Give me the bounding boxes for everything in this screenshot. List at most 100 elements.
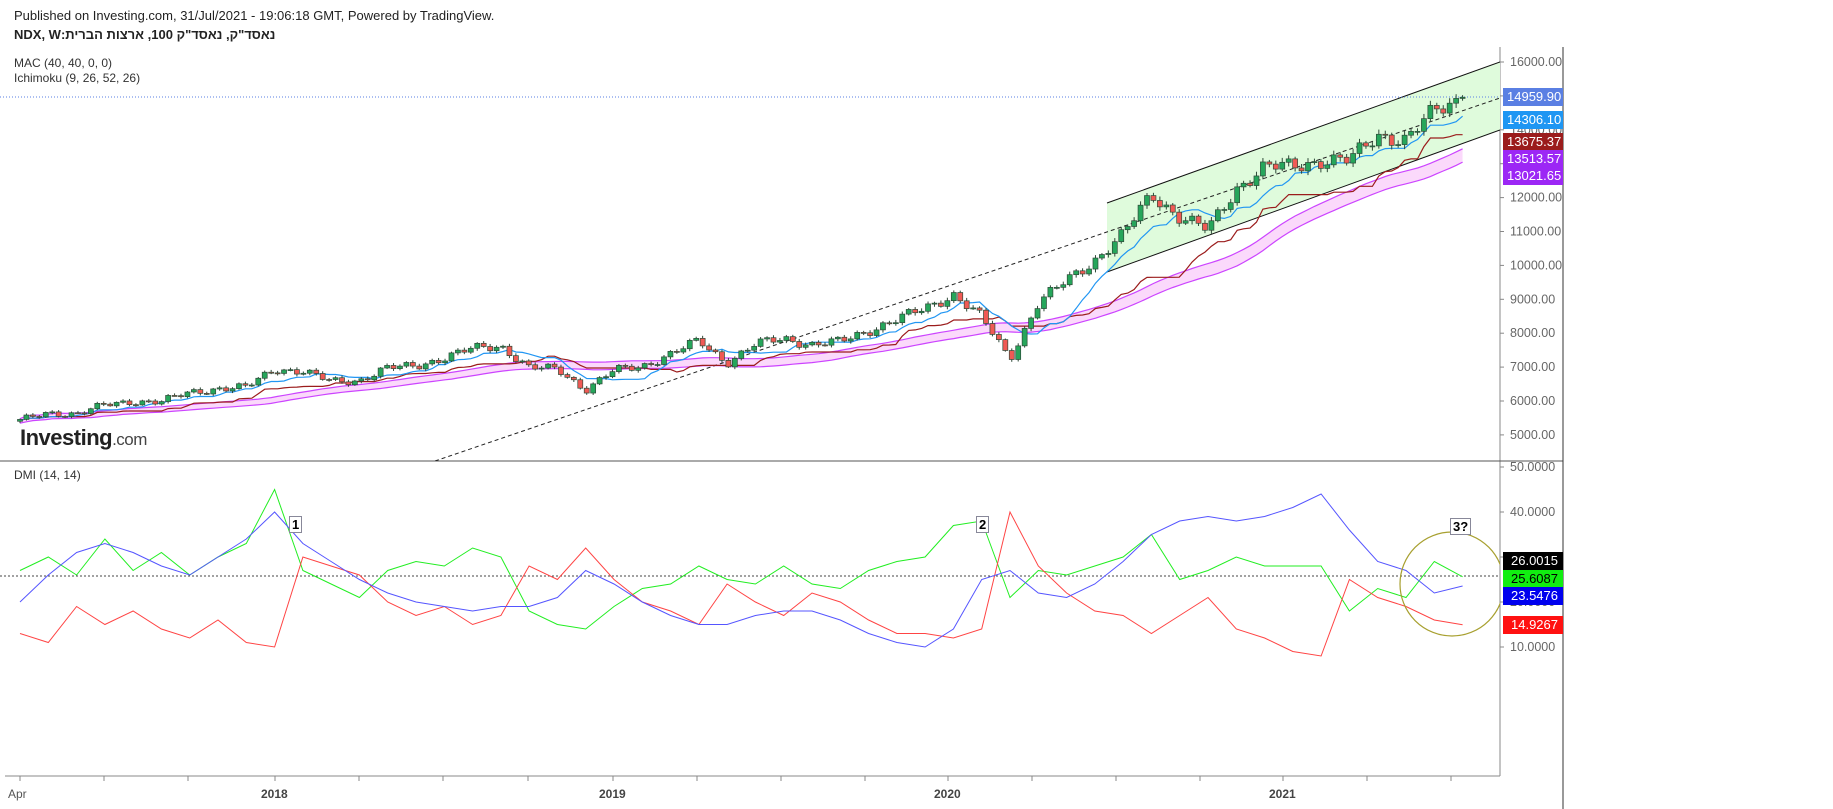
candle <box>94 401 101 411</box>
price-pane[interactable] <box>0 61 1500 461</box>
candle <box>294 367 300 377</box>
candle <box>693 336 700 342</box>
candle <box>55 410 62 418</box>
candle <box>242 381 249 388</box>
candle <box>255 376 262 387</box>
candle <box>1060 281 1067 291</box>
candle <box>867 330 873 338</box>
candle <box>712 348 719 354</box>
candle <box>957 290 964 304</box>
time-tick-label: Apr <box>8 787 27 801</box>
candle <box>100 401 107 407</box>
candle <box>152 399 159 406</box>
chart-root: Published on Investing.com, 31/Jul/2021 … <box>0 0 1833 809</box>
candle <box>976 306 983 314</box>
candle <box>680 346 687 354</box>
candle <box>371 374 378 382</box>
candle <box>1066 271 1073 287</box>
candle <box>23 413 30 421</box>
candle <box>983 308 989 326</box>
candle <box>287 367 294 372</box>
candle <box>236 382 242 390</box>
candle <box>764 336 770 342</box>
price-value-label: 13513.57 <box>1503 150 1563 168</box>
candle <box>570 376 577 383</box>
annotation-1[interactable]: 1 <box>289 516 303 533</box>
candle <box>1015 343 1022 362</box>
dmi-value-label: 26.0015 <box>1503 552 1563 570</box>
dmi-pane[interactable] <box>0 488 1504 657</box>
candle <box>970 305 976 310</box>
candle <box>892 319 899 326</box>
candle <box>184 391 191 399</box>
time-tick-label: 2021 <box>1269 787 1296 801</box>
price-tick-label: 7000.00 <box>1510 360 1555 374</box>
minus-di-line <box>19 510 1463 657</box>
candle <box>500 344 506 349</box>
highlight-circle[interactable] <box>1399 531 1504 637</box>
candle <box>416 363 423 370</box>
candle <box>789 334 796 343</box>
candle <box>261 370 268 381</box>
candle <box>480 341 487 348</box>
price-value-label: 13021.65 <box>1503 167 1563 185</box>
candle <box>203 391 210 395</box>
dmi-tick-label: 40.0000 <box>1510 505 1555 519</box>
candle <box>873 327 880 337</box>
candle <box>686 338 693 352</box>
candle <box>403 361 410 368</box>
price-tick-label: 10000.00 <box>1510 258 1562 272</box>
candle <box>1034 305 1041 320</box>
candle <box>133 403 139 407</box>
candle <box>564 372 571 379</box>
candle <box>281 368 287 376</box>
candle <box>435 357 442 365</box>
candle <box>699 335 706 349</box>
candle <box>912 307 919 316</box>
candle <box>918 308 925 315</box>
candle <box>513 353 519 363</box>
candle <box>474 342 481 351</box>
candle <box>126 398 133 407</box>
dmi-value-label: 23.5476 <box>1503 587 1563 605</box>
candle <box>1092 255 1099 273</box>
investing-logo: Investing.com <box>20 425 147 451</box>
annotation-3[interactable]: 3? <box>1450 518 1472 535</box>
time-tick-label: 2019 <box>599 787 626 801</box>
price-tick-label: 8000.00 <box>1510 326 1555 340</box>
candle <box>1002 338 1009 352</box>
candle <box>268 369 275 375</box>
candle <box>822 342 828 347</box>
candle <box>1073 269 1080 278</box>
price-tick-label: 6000.00 <box>1510 394 1555 408</box>
price-tick-label: 16000.00 <box>1510 55 1562 69</box>
candle <box>905 308 912 316</box>
candle <box>796 338 803 350</box>
candle <box>609 369 616 379</box>
annotation-2[interactable]: 2 <box>976 516 990 533</box>
candle <box>487 343 493 354</box>
candle <box>1041 293 1047 312</box>
candle <box>1118 226 1125 244</box>
time-tick-label: 2020 <box>934 787 961 801</box>
candle <box>107 402 114 407</box>
candle <box>583 386 590 395</box>
candle <box>996 332 1002 343</box>
candle <box>1079 268 1086 277</box>
plus-di-line <box>19 488 1463 630</box>
candle <box>880 321 886 333</box>
candle <box>171 393 178 397</box>
candle <box>899 311 906 326</box>
candle <box>886 320 893 326</box>
candle <box>590 382 597 395</box>
logo-main: Investing <box>20 425 113 450</box>
time-tick-label: 2018 <box>261 787 288 801</box>
candle <box>841 334 848 343</box>
candle <box>467 346 474 354</box>
candle <box>274 370 281 376</box>
candle <box>770 335 777 345</box>
time-axis[interactable]: Apr 2018 2019 2020 2021 <box>8 776 1452 801</box>
candle <box>178 393 184 399</box>
price-tick-label: 9000.00 <box>1510 292 1555 306</box>
candle <box>815 340 822 348</box>
